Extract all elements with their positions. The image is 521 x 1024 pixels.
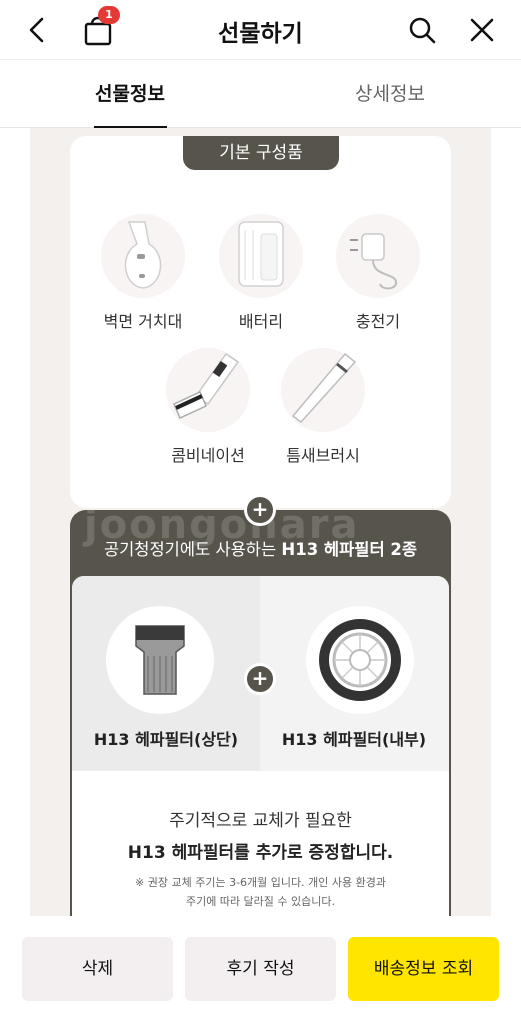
filter-description: 주기적으로 교체가 필요한 H13 헤파필터를 추가로 증정합니다. ※ 권장 … xyxy=(72,806,449,911)
hepa-filter-top-image xyxy=(106,606,214,714)
filter-headline-bold: H13 헤파필터 2종 xyxy=(281,540,418,559)
search-icon[interactable] xyxy=(404,12,440,48)
filter-note: ※ 권장 교체 주기는 3-6개월 입니다. 개인 사용 환경과 주기에 따라 … xyxy=(72,873,449,911)
basic-components-card: 기본 구성품 벽면 거치대 배터리 충전기 콤비네이션 틈새브러시 xyxy=(70,136,451,508)
content-margin-right xyxy=(491,128,521,916)
plus-icon: + xyxy=(244,494,276,526)
tab-detail-info[interactable]: 상세정보 xyxy=(290,61,490,128)
component-combination-tool: 콤비네이션 xyxy=(143,348,273,466)
crevice-brush-image xyxy=(281,348,365,432)
tab-gift-info-label: 선물정보 xyxy=(95,83,165,105)
tab-bar: 선물정보 상세정보 xyxy=(0,61,521,129)
component-label: 콤비네이션 xyxy=(171,446,245,465)
component-label: 틈새브러시 xyxy=(286,446,360,465)
cart-count-badge: 1 xyxy=(98,6,120,24)
component-label: 배터리 xyxy=(238,312,284,331)
component-charger: 충전기 xyxy=(313,214,443,332)
content-margin-left xyxy=(0,128,30,916)
filter-label: H13 헤파필터(상단) xyxy=(93,730,239,749)
filter-note-line1: ※ 권장 교체 주기는 3-6개월 입니다. 개인 사용 환경과 xyxy=(135,876,386,889)
basic-components-tag: 기본 구성품 xyxy=(183,136,339,170)
component-wall-mount: 벽면 거치대 xyxy=(78,214,208,332)
close-icon[interactable] xyxy=(464,12,500,48)
wall-mount-image xyxy=(101,214,185,298)
delete-button[interactable]: 삭제 xyxy=(22,937,173,1001)
shipping-info-button[interactable]: 배송정보 조회 xyxy=(348,937,499,1001)
hepa-filter-inner-image xyxy=(306,606,414,714)
filter-inner-section: H13 헤파필터(내부) xyxy=(260,576,449,771)
tab-detail-info-label: 상세정보 xyxy=(355,83,425,105)
filter-headline: 공기청정기에도 사용하는 H13 헤파필터 2종 xyxy=(70,536,451,560)
bottom-action-bar: 삭제 후기 작성 배송정보 조회 xyxy=(0,916,521,1024)
combination-tool-image xyxy=(166,348,250,432)
component-label: 충전기 xyxy=(355,312,401,331)
back-arrow-icon[interactable] xyxy=(20,12,56,48)
write-review-button[interactable]: 후기 작성 xyxy=(185,937,336,1001)
hepa-filter-promo-card: joongonara 공기청정기에도 사용하는 H13 헤파필터 2종 H13 … xyxy=(70,510,451,916)
charger-image xyxy=(336,214,420,298)
component-crevice-brush: 틈새브러시 xyxy=(258,348,388,466)
filter-top-section: H13 헤파필터(상단) xyxy=(72,576,260,771)
component-battery: 배터리 xyxy=(196,214,326,332)
plus-icon: + xyxy=(244,663,276,695)
filter-label: H13 헤파필터(내부) xyxy=(281,730,427,749)
app-header: 1 선물하기 xyxy=(0,0,521,60)
filter-headline-prefix: 공기청정기에도 사용하는 xyxy=(103,540,282,559)
filter-panel: H13 헤파필터(상단) H13 헤파필터(내부) 주기적으로 교체가 필요한 … xyxy=(72,576,449,916)
filter-note-line2: 주기에 따라 달라질 수 있습니다. xyxy=(185,895,336,908)
filter-desc-line1: 주기적으로 교체가 필요한 xyxy=(169,811,352,831)
component-label: 벽면 거치대 xyxy=(103,312,183,331)
battery-image xyxy=(219,214,303,298)
product-detail-content[interactable]: 기본 구성품 벽면 거치대 배터리 충전기 콤비네이션 틈새브러시 joongo… xyxy=(0,128,521,916)
filter-desc-line2: H13 헤파필터를 추가로 증정합니다. xyxy=(127,843,394,863)
tab-gift-info[interactable]: 선물정보 xyxy=(30,61,230,129)
